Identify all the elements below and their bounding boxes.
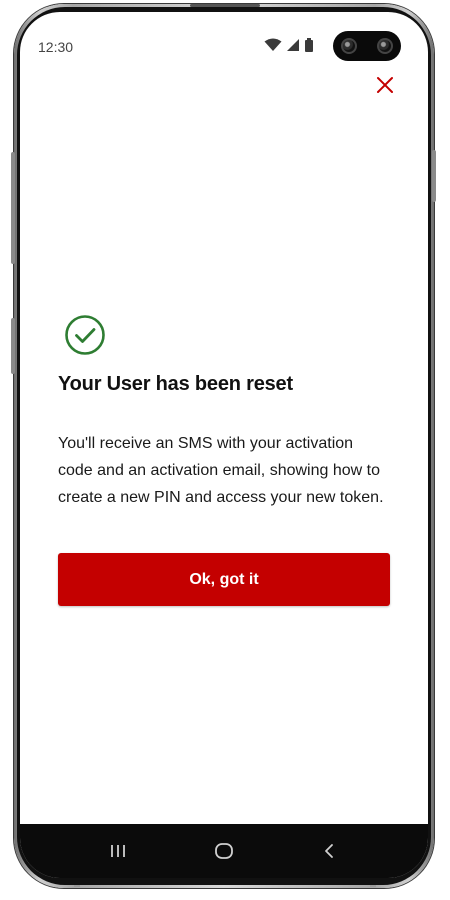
- dialog-title: Your User has been reset: [58, 373, 293, 395]
- home-icon: [215, 843, 233, 859]
- recent-apps-button[interactable]: [98, 836, 138, 866]
- back-button[interactable]: [309, 836, 349, 866]
- screen: 12:30 Your User has been reset You'll re…: [20, 12, 428, 878]
- bixby-button: [11, 318, 15, 374]
- camera-lens-icon: [341, 38, 357, 54]
- cellular-signal-icon: [287, 39, 299, 51]
- wifi-icon: [264, 38, 282, 51]
- check-circle-icon: [65, 315, 105, 355]
- status-bar: 12:30: [20, 12, 428, 61]
- home-button[interactable]: [204, 836, 244, 866]
- close-button[interactable]: [374, 74, 396, 96]
- volume-button: [11, 152, 15, 264]
- status-time: 12:30: [38, 39, 74, 55]
- battery-icon: [305, 38, 313, 52]
- back-icon: [325, 844, 333, 858]
- navigation-bar: [20, 824, 428, 878]
- front-camera-cutout: [333, 31, 401, 61]
- ok-got-it-button[interactable]: Ok, got it: [58, 553, 390, 606]
- dialog-message: You'll receive an SMS with your activati…: [58, 435, 384, 506]
- camera-lens-icon: [377, 38, 393, 54]
- power-button: [432, 150, 436, 202]
- close-icon: [377, 77, 393, 93]
- recent-apps-icon: [111, 845, 125, 857]
- device-frame: 12:30 Your User has been reset You'll re…: [0, 0, 450, 900]
- status-icons: [264, 38, 314, 52]
